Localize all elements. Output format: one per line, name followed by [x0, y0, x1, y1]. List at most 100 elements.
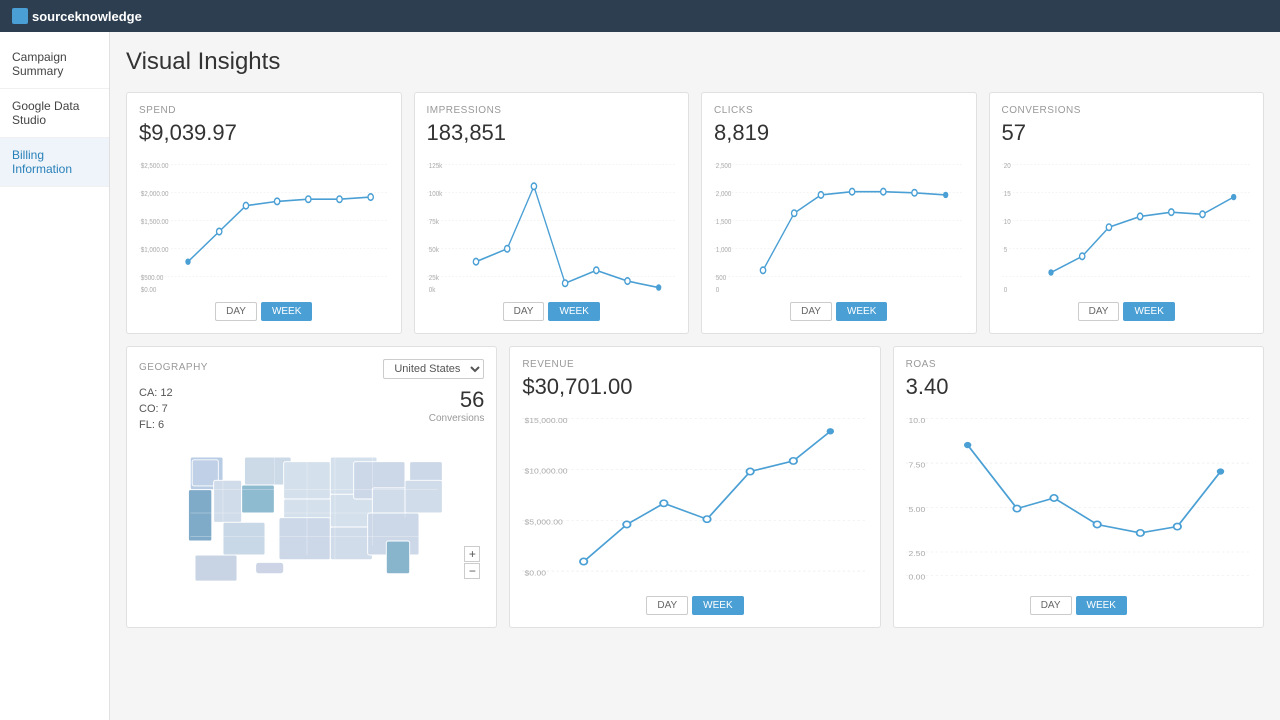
- map-zoom-controls: + −: [464, 546, 480, 579]
- sidebar: Campaign Summary Google Data Studio Bill…: [0, 32, 110, 720]
- page-title: Visual Insights: [126, 48, 1264, 76]
- geo-conversions-value: 56: [429, 387, 485, 413]
- clicks-label: CLICKS: [714, 105, 964, 116]
- impressions-value: 183,851: [427, 120, 677, 146]
- main-layout: Campaign Summary Google Data Studio Bill…: [0, 32, 1280, 720]
- impressions-card: IMPRESSIONS 183,851 125k 100k 75k 50k 25…: [414, 92, 690, 334]
- clicks-day-btn[interactable]: DAY: [790, 302, 832, 321]
- spend-label: SPEND: [139, 105, 389, 116]
- logo-icon: [12, 8, 28, 24]
- conversions-day-btn[interactable]: DAY: [1078, 302, 1120, 321]
- top-bar: sourceknowledge: [0, 0, 1280, 32]
- impressions-day-btn[interactable]: DAY: [503, 302, 545, 321]
- svg-text:7.50: 7.50: [908, 461, 925, 469]
- impressions-week-btn[interactable]: WEEK: [548, 302, 599, 321]
- svg-text:0.00: 0.00: [908, 573, 925, 581]
- roas-label: ROAS: [906, 359, 1251, 370]
- spend-toggle: DAY WEEK: [139, 302, 389, 321]
- svg-text:50k: 50k: [428, 247, 439, 255]
- revenue-chart: $15,000.00 $10,000.00 $5,000.00 $0.00: [522, 408, 867, 588]
- clicks-chart: 2,500 2,000 1,500 1,000 500 0: [714, 154, 964, 294]
- revenue-toggle: DAY WEEK: [522, 596, 867, 615]
- logo-text: sourceknowledge: [32, 9, 142, 24]
- roas-week-btn[interactable]: WEEK: [1076, 596, 1127, 615]
- revenue-day-btn[interactable]: DAY: [646, 596, 688, 615]
- svg-text:2,500: 2,500: [716, 163, 732, 171]
- svg-text:0: 0: [716, 286, 720, 294]
- geo-stat-ca: CA: 12: [139, 387, 173, 399]
- geo-stat-fl: FL: 6: [139, 419, 173, 431]
- spend-card: SPEND $9,039.97 .grid-line{stroke:#e8e8e…: [126, 92, 402, 334]
- conversions-card: CONVERSIONS 57 20 15 10 5 0: [989, 92, 1265, 334]
- conversions-chart: 20 15 10 5 0: [1002, 154, 1252, 294]
- zoom-out-btn[interactable]: −: [464, 563, 480, 579]
- svg-text:10: 10: [1003, 219, 1010, 227]
- geo-stat-co: CO: 7: [139, 403, 173, 415]
- sidebar-item-google[interactable]: Google Data Studio: [0, 89, 109, 138]
- clicks-toggle: DAY WEEK: [714, 302, 964, 321]
- svg-text:$500.00: $500.00: [141, 275, 164, 283]
- impressions-label: IMPRESSIONS: [427, 105, 677, 116]
- top-cards-grid: SPEND $9,039.97 .grid-line{stroke:#e8e8e…: [126, 92, 1264, 334]
- svg-text:0k: 0k: [428, 286, 435, 294]
- spend-value: $9,039.97: [139, 120, 389, 146]
- impressions-toggle: DAY WEEK: [427, 302, 677, 321]
- revenue-value: $30,701.00: [522, 374, 867, 400]
- roas-day-btn[interactable]: DAY: [1030, 596, 1072, 615]
- svg-text:75k: 75k: [428, 219, 439, 227]
- revenue-week-btn[interactable]: WEEK: [692, 596, 743, 615]
- svg-text:$1,500.00: $1,500.00: [141, 219, 169, 227]
- svg-text:15: 15: [1003, 191, 1010, 199]
- revenue-label: REVENUE: [522, 359, 867, 370]
- svg-text:$2,000.00: $2,000.00: [141, 191, 169, 199]
- conversions-value: 57: [1002, 120, 1252, 146]
- geography-label: GEOGRAPHY: [139, 362, 208, 373]
- geography-card: GEOGRAPHY United States CA: 12 CO: 7 FL:…: [126, 346, 497, 628]
- geography-header: GEOGRAPHY United States: [139, 359, 484, 379]
- svg-text:5.00: 5.00: [908, 505, 925, 513]
- sidebar-item-campaign[interactable]: Campaign Summary: [0, 40, 109, 89]
- svg-text:2.50: 2.50: [908, 550, 925, 558]
- svg-text:$0.00: $0.00: [141, 286, 157, 294]
- svg-text:1,000: 1,000: [716, 247, 732, 255]
- svg-text:20: 20: [1003, 163, 1010, 171]
- svg-text:25k: 25k: [428, 275, 439, 283]
- svg-text:10.0: 10.0: [908, 416, 925, 424]
- zoom-in-btn[interactable]: +: [464, 546, 480, 562]
- spend-week-btn[interactable]: WEEK: [261, 302, 312, 321]
- us-map: + −: [139, 443, 484, 583]
- conversions-toggle: DAY WEEK: [1002, 302, 1252, 321]
- spend-chart: .grid-line{stroke:#e8e8e8;stroke-width:0…: [139, 154, 389, 294]
- svg-text:125k: 125k: [428, 163, 442, 171]
- geo-conversions-label: Conversions: [429, 413, 485, 424]
- content: Visual Insights SPEND $9,039.97 .grid-li…: [110, 32, 1280, 720]
- sidebar-item-billing[interactable]: Billing Information: [0, 138, 109, 187]
- conversions-week-btn[interactable]: WEEK: [1123, 302, 1174, 321]
- roas-card: ROAS 3.40 10.0 7.50 5.00 2.50 0.00: [893, 346, 1264, 628]
- roas-chart: 10.0 7.50 5.00 2.50 0.00: [906, 408, 1251, 588]
- svg-text:$0.00: $0.00: [525, 569, 547, 577]
- roas-value: 3.40: [906, 374, 1251, 400]
- svg-text:$2,500.00: $2,500.00: [141, 163, 169, 171]
- clicks-week-btn[interactable]: WEEK: [836, 302, 887, 321]
- impressions-chart: 125k 100k 75k 50k 25k 0k: [427, 154, 677, 294]
- svg-text:$1,000.00: $1,000.00: [141, 247, 169, 255]
- roas-toggle: DAY WEEK: [906, 596, 1251, 615]
- clicks-value: 8,819: [714, 120, 964, 146]
- svg-text:0: 0: [1003, 286, 1007, 294]
- svg-text:2,000: 2,000: [716, 191, 732, 199]
- spend-day-btn[interactable]: DAY: [215, 302, 257, 321]
- svg-text:1,500: 1,500: [716, 219, 732, 227]
- svg-text:5: 5: [1003, 247, 1007, 255]
- svg-text:500: 500: [716, 275, 727, 283]
- svg-text:$15,000.00: $15,000.00: [525, 416, 569, 424]
- conversions-label: CONVERSIONS: [1002, 105, 1252, 116]
- revenue-card: REVENUE $30,701.00 $15,000.00 $10,000.00…: [509, 346, 880, 628]
- geography-dropdown[interactable]: United States: [383, 359, 484, 379]
- svg-text:$10,000.00: $10,000.00: [525, 467, 569, 475]
- logo: sourceknowledge: [12, 8, 142, 24]
- svg-text:100k: 100k: [428, 191, 442, 199]
- svg-text:$5,000.00: $5,000.00: [525, 518, 564, 526]
- bottom-cards-grid: GEOGRAPHY United States CA: 12 CO: 7 FL:…: [126, 346, 1264, 628]
- clicks-card: CLICKS 8,819 2,500 2,000 1,500 1,000 500: [701, 92, 977, 334]
